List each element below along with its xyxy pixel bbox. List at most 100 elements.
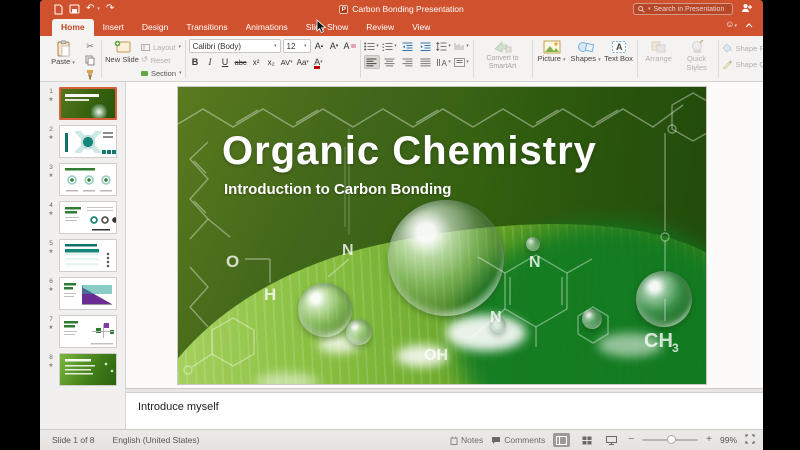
change-case-button[interactable]: Aa▾ <box>296 55 310 69</box>
copy-icon[interactable] <box>82 54 98 67</box>
decrease-indent-button[interactable] <box>400 39 416 53</box>
water-droplet <box>388 200 504 316</box>
bullets-button[interactable]: ▾ <box>364 39 380 53</box>
new-slide-button[interactable]: New Slide <box>105 39 139 65</box>
search-placeholder: Search in Presentation <box>654 6 725 13</box>
slide-thumbnail-image[interactable] <box>59 125 117 158</box>
slide-thumbnail-image[interactable] <box>59 87 117 120</box>
reset-button[interactable]: ↺Reset <box>141 54 182 66</box>
slide-thumbnail-2[interactable]: 2★ <box>40 123 125 161</box>
text-direction-button[interactable]: A▾ <box>436 55 452 69</box>
slide-thumbnail-image[interactable] <box>59 239 117 272</box>
normal-view-button[interactable] <box>553 433 570 447</box>
notes-text[interactable]: Introduce myself <box>138 401 219 413</box>
justify-button[interactable] <box>418 55 434 69</box>
picture-button[interactable]: Picture ▾ <box>536 39 568 64</box>
language-indicator[interactable]: English (United States) <box>113 435 200 445</box>
tab-view[interactable]: View <box>403 19 439 36</box>
numbering-button[interactable]: ▾ <box>382 39 398 53</box>
powerpoint-app-icon: P <box>339 5 348 14</box>
superscript-button[interactable]: x² <box>250 55 263 69</box>
comments-toggle[interactable]: Comments <box>491 435 545 445</box>
shape-fill-icon <box>722 43 733 53</box>
slide-thumbnail-image[interactable] <box>59 353 117 386</box>
search-icon <box>638 6 645 13</box>
slide-thumbnail-6[interactable]: 6★ <box>40 275 125 313</box>
line-spacing-button[interactable]: ▾ <box>436 39 452 53</box>
section-button[interactable]: Section▾ <box>141 67 182 79</box>
undo-icon[interactable]: ↶ <box>86 4 94 14</box>
slide-thumbnail-5[interactable]: 5★ <box>40 237 125 275</box>
slide-title[interactable]: Organic Chemistry <box>222 129 597 174</box>
tab-review[interactable]: Review <box>357 19 403 36</box>
slide-editor[interactable]: O H N N N OH CH 3 Organic Chemistry <box>177 86 707 385</box>
paragraph-group: ▾ ▾ ▾ ▾ A▾ ▾ <box>364 38 470 80</box>
zoom-slider[interactable] <box>642 439 698 441</box>
tab-home[interactable]: Home <box>52 19 94 36</box>
underline-button[interactable]: U <box>219 55 232 69</box>
italic-button[interactable]: I <box>204 55 217 69</box>
font-color-button[interactable]: A▾ <box>312 55 325 69</box>
notes-pane[interactable]: Introduce myself <box>126 393 763 429</box>
slide-thumbnail-8[interactable]: 8★ <box>40 351 125 389</box>
subscript-button[interactable]: x₂ <box>265 55 278 69</box>
character-spacing-button[interactable]: AV▾ <box>280 55 294 69</box>
zoom-level[interactable]: 99% <box>720 435 737 445</box>
increase-indent-button[interactable] <box>418 39 434 53</box>
feedback-smiley-icon[interactable]: ☺▾ <box>725 19 737 29</box>
zoom-slider-knob[interactable] <box>667 435 676 444</box>
columns-button[interactable]: ▾ <box>454 39 470 53</box>
align-text-button[interactable]: ▾ <box>454 55 470 69</box>
tab-animations[interactable]: Animations <box>237 19 297 36</box>
tab-transitions[interactable]: Transitions <box>177 19 236 36</box>
undo-dropdown-icon[interactable]: ▾ <box>97 6 100 12</box>
share-icon[interactable] <box>741 0 753 18</box>
paste-button[interactable]: Paste ▾ <box>46 39 80 67</box>
slide-thumbnail-image[interactable] <box>59 277 117 310</box>
slide-thumbnail-4[interactable]: 4★ <box>40 199 125 237</box>
quick-access-toolbar: ↶ ▾ ↷ <box>54 4 114 15</box>
light-reflection <box>446 315 526 351</box>
tab-design[interactable]: Design <box>133 19 177 36</box>
fit-slide-to-window-button[interactable] <box>745 434 755 446</box>
slide-subtitle[interactable]: Introduction to Carbon Bonding <box>224 181 451 198</box>
slide-thumbnail-7[interactable]: 7★ <box>40 313 125 351</box>
font-size-select[interactable]: 12▾ <box>283 39 311 53</box>
shapes-button[interactable]: Shapes ▾ <box>570 39 602 64</box>
align-right-button[interactable] <box>400 55 416 69</box>
quick-styles-button[interactable]: Quick Styles <box>679 39 715 72</box>
save-icon[interactable] <box>69 4 80 14</box>
search-input[interactable]: ▾ Search in Presentation <box>633 3 733 15</box>
bold-button[interactable]: B <box>189 55 202 69</box>
smartart-group: Convert to SmartArt <box>477 38 529 80</box>
grow-font-icon[interactable]: A▴ <box>313 39 326 53</box>
tab-insert[interactable]: Insert <box>94 19 133 36</box>
shape-outline-button[interactable]: Shape Outline▾ <box>722 58 763 70</box>
slide-thumbnail-image[interactable] <box>59 315 117 348</box>
slide-show-view-button[interactable] <box>603 433 620 447</box>
align-center-button[interactable] <box>382 55 398 69</box>
align-left-button[interactable] <box>364 55 380 69</box>
slide-thumbnail-image[interactable] <box>59 201 117 234</box>
shrink-font-icon[interactable]: A▾ <box>328 39 341 53</box>
clear-formatting-icon[interactable]: A <box>343 39 357 53</box>
zoom-in-button[interactable]: + <box>706 435 712 445</box>
slide-thumbnail-image[interactable] <box>59 163 117 196</box>
smartart-icon <box>494 40 512 54</box>
new-document-icon[interactable] <box>54 4 63 15</box>
text-box-button[interactable]: A Text Box <box>604 39 634 64</box>
font-name-select[interactable]: Calibri (Body)▾ <box>189 39 281 53</box>
slide-thumbnail-3[interactable]: 3★ <box>40 161 125 199</box>
format-painter-icon[interactable] <box>82 68 98 81</box>
shape-fill-button[interactable]: Shape Fill▾ <box>722 42 763 54</box>
redo-icon[interactable]: ↷ <box>106 4 114 14</box>
layout-button[interactable]: Layout▾ <box>141 41 182 53</box>
slide-sorter-view-button[interactable] <box>578 433 595 447</box>
arrange-button[interactable]: Arrange <box>641 39 677 64</box>
strikethrough-button[interactable]: abc <box>234 55 248 69</box>
slide-thumbnail-1[interactable]: 1★ <box>40 85 125 123</box>
cut-icon[interactable]: ✂ <box>82 40 98 53</box>
convert-smartart-button[interactable]: Convert to SmartArt <box>477 39 529 72</box>
notes-toggle[interactable]: Notes <box>450 435 483 445</box>
zoom-out-button[interactable]: − <box>628 435 634 445</box>
